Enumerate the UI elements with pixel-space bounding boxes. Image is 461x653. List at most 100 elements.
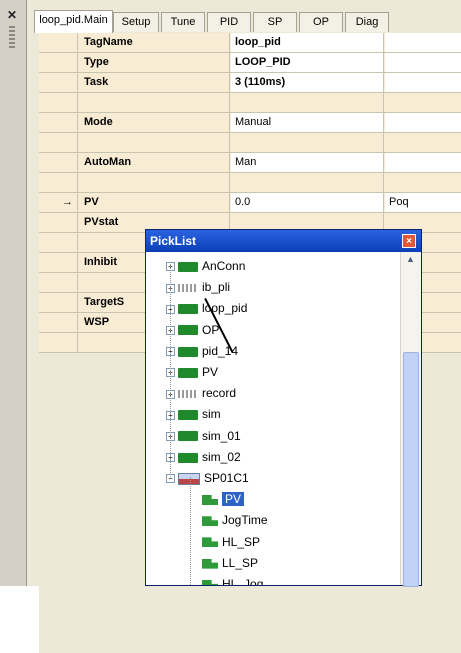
tree-node-label[interactable]: sim (202, 407, 221, 421)
tab-tune[interactable]: Tune (161, 12, 205, 32)
tree-node-label[interactable]: HL_Jog (222, 577, 263, 585)
tree-node[interactable]: JogTime (202, 511, 268, 529)
row-header (39, 33, 78, 52)
row-header (39, 153, 78, 172)
tree-node-label[interactable]: PV (222, 492, 245, 507)
tab-main[interactable]: loop_pid.Main (34, 10, 113, 33)
scroll-up-icon[interactable]: ▲ (402, 254, 419, 268)
row-header (39, 333, 78, 352)
tree-node-label[interactable]: PV (202, 365, 218, 379)
dashed-block-icon (178, 284, 198, 293)
tree-node-label[interactable]: sim_01 (202, 429, 241, 443)
tree-node[interactable]: + record (166, 384, 236, 402)
property-extra[interactable] (385, 153, 461, 172)
green-block-icon (178, 367, 198, 378)
property-label (78, 173, 230, 192)
property-extra[interactable] (385, 113, 461, 132)
property-label: Type (78, 53, 230, 72)
picklist-close-button[interactable]: × (402, 234, 416, 248)
green-block-icon (178, 325, 198, 336)
scroll-thumb[interactable] (403, 352, 419, 587)
property-row[interactable] (39, 133, 461, 153)
tab-setup[interactable]: Setup (113, 12, 159, 32)
property-row[interactable]: Type LOOP_PID (39, 53, 461, 73)
picklist-title: PickList (150, 234, 197, 248)
tab-sp[interactable]: SP (253, 12, 297, 32)
property-value[interactable]: loop_pid (231, 33, 384, 52)
tree-node[interactable]: HL_Jog (202, 575, 263, 585)
picklist-tree[interactable]: + AnConn + ib_pli + loop_pid + OP + pid_14 + PV + rec… (146, 252, 401, 585)
property-extra[interactable] (385, 133, 461, 152)
tree-node[interactable]: + sim_02 (166, 448, 241, 466)
property-value[interactable] (231, 133, 384, 152)
green-block-icon (178, 261, 198, 272)
property-row[interactable]: → PV 0.0 Poq (39, 193, 461, 213)
tree-node[interactable]: PV (202, 490, 245, 508)
green-block-icon (178, 304, 198, 315)
tree-node[interactable]: − SP01C1 (166, 469, 249, 487)
picklist-titlebar[interactable]: PickList × (146, 230, 421, 252)
tab-op[interactable]: OP (299, 12, 343, 32)
tree-guide-line (190, 477, 191, 585)
tree-node-label[interactable]: JogTime (222, 513, 268, 527)
row-header: → (39, 193, 78, 212)
rail-grip[interactable] (9, 26, 15, 48)
row-header (39, 53, 78, 72)
tree-node[interactable]: + PV (166, 363, 218, 381)
property-row[interactable] (39, 93, 461, 113)
row-header (39, 213, 78, 232)
tree-node[interactable]: + sim_01 (166, 427, 241, 445)
property-row[interactable]: TagName loop_pid (39, 33, 461, 53)
property-value[interactable] (231, 173, 384, 192)
property-value[interactable] (231, 93, 384, 112)
tree-node-label[interactable]: AnConn (202, 259, 245, 273)
tree-node-label[interactable]: record (202, 386, 236, 400)
tree-node[interactable]: + ib_pli (166, 278, 230, 296)
property-row[interactable]: Mode Manual (39, 113, 461, 133)
property-extra[interactable] (385, 53, 461, 72)
property-label (78, 133, 230, 152)
tag-leaf-icon (202, 537, 218, 548)
property-extra[interactable] (385, 93, 461, 112)
tree-node[interactable]: + sim (166, 405, 221, 423)
property-value[interactable]: Manual (231, 113, 384, 132)
close-panel-icon[interactable]: ✕ (7, 8, 17, 22)
row-header (39, 173, 78, 192)
tree-node[interactable]: + AnConn (166, 257, 245, 275)
docked-panel-rail: ✕ (0, 0, 27, 586)
dashed-block-icon (178, 390, 198, 399)
row-header (39, 93, 78, 112)
property-extra[interactable] (385, 73, 461, 92)
tree-node[interactable]: HL_SP (202, 533, 260, 551)
property-extra[interactable] (385, 33, 461, 52)
property-row[interactable] (39, 173, 461, 193)
row-header (39, 133, 78, 152)
property-value[interactable]: LOOP_PID (231, 53, 384, 72)
tree-node-label[interactable]: sim_02 (202, 450, 241, 464)
tree-node[interactable]: LL_SP (202, 554, 258, 572)
property-row[interactable]: AutoMan Man (39, 153, 461, 173)
green-block-icon (178, 431, 198, 442)
tree-node[interactable]: + OP (166, 321, 219, 339)
property-value[interactable]: 3 (110ms) (231, 73, 384, 92)
property-extra[interactable]: Poq (385, 193, 461, 212)
property-value[interactable]: Man (231, 153, 384, 172)
row-header (39, 293, 78, 312)
tab-diag[interactable]: Diag (345, 12, 389, 32)
row-header (39, 233, 78, 252)
property-label (78, 93, 230, 112)
tree-node-label[interactable]: ib_pli (202, 280, 230, 294)
tab-pid[interactable]: PID (207, 12, 251, 32)
property-value[interactable]: 0.0 (231, 193, 384, 212)
picklist-window[interactable]: PickList × + AnConn + ib_pli + loop_pid + OP + pi… (145, 229, 422, 587)
tree-node-label[interactable]: HL_SP (222, 535, 260, 549)
tag-leaf-icon (202, 495, 218, 506)
tab-strip: loop_pid.Main Setup Tune PID SP OP Diag (34, 10, 461, 33)
property-label: TagName (78, 33, 230, 52)
property-row[interactable]: Task 3 (110ms) (39, 73, 461, 93)
row-header (39, 253, 78, 272)
picklist-scrollbar[interactable]: ▲ (400, 252, 421, 587)
tree-node-label[interactable]: LL_SP (222, 556, 258, 570)
property-extra[interactable] (385, 173, 461, 192)
tree-node-label[interactable]: SP01C1 (204, 471, 249, 485)
